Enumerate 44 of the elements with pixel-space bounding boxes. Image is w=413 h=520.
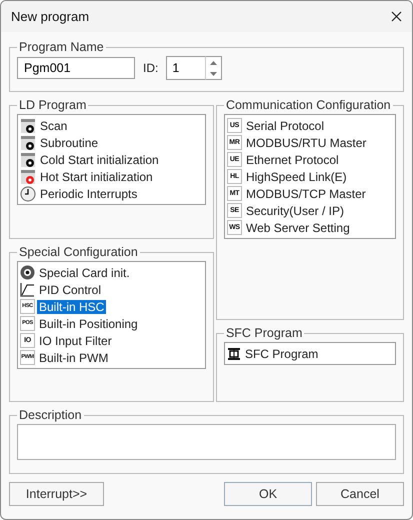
list-item[interactable]: Scan — [38, 118, 70, 132]
list-item[interactable]: Built-in PWM — [37, 350, 110, 364]
clock-icon — [20, 186, 36, 202]
group-label: Special Configuration — [18, 245, 139, 259]
group-label: Program Name — [18, 40, 105, 54]
ok-button[interactable]: OK — [224, 482, 312, 506]
interrupt-button[interactable]: Interrupt>> — [9, 482, 104, 506]
window-title: New program — [11, 9, 90, 24]
list-item[interactable]: HighSpeed Link(E) — [244, 170, 349, 184]
list-item[interactable]: SFC Program — [242, 346, 320, 360]
list-item[interactable]: Serial Protocol — [244, 118, 326, 132]
down-arrow-icon[interactable] — [210, 72, 218, 76]
group-label: Description — [18, 408, 83, 422]
list-item[interactable]: IO Input Filter — [37, 334, 114, 348]
list-item[interactable]: Web Server Setting — [244, 220, 352, 234]
list-item[interactable]: Periodic Interrupts — [38, 186, 140, 200]
program-icon — [20, 118, 36, 134]
list-item[interactable]: Special Card init. — [37, 266, 132, 280]
group-label: LD Program — [18, 98, 88, 112]
cancel-button[interactable]: Cancel — [316, 482, 404, 506]
up-arrow-icon[interactable] — [210, 60, 218, 64]
list-item[interactable]: Built-in HSC — [37, 300, 106, 314]
disc-icon — [20, 265, 35, 280]
curve-icon — [20, 282, 35, 297]
id-field[interactable]: 1 — [166, 56, 206, 80]
list-item[interactable]: Built-in Positioning — [37, 316, 140, 330]
list-item[interactable]: MODBUS/TCP Master — [244, 186, 368, 200]
list-item[interactable]: Ethernet Protocol — [244, 152, 341, 166]
list-item[interactable]: Cold Start initialization — [38, 152, 161, 166]
program-icon — [20, 168, 36, 184]
name-field[interactable]: Pgm001 — [17, 57, 135, 79]
close-icon[interactable] — [391, 11, 402, 22]
program-icon — [20, 134, 36, 150]
program-icon — [20, 152, 36, 168]
description-field[interactable] — [17, 424, 396, 460]
group-label: Communication Configuration — [224, 98, 392, 112]
list-item[interactable]: MODBUS/RTU Master — [244, 136, 368, 150]
sfc-icon — [226, 346, 241, 360]
id-label: ID: — [143, 61, 158, 75]
list-item[interactable]: Hot Start initialization — [38, 170, 155, 184]
list-item[interactable]: PID Control — [37, 282, 104, 296]
list-item[interactable]: Security(User / IP) — [244, 204, 346, 218]
list-item[interactable]: Subroutine — [38, 136, 100, 150]
group-label: SFC Program — [224, 326, 304, 340]
